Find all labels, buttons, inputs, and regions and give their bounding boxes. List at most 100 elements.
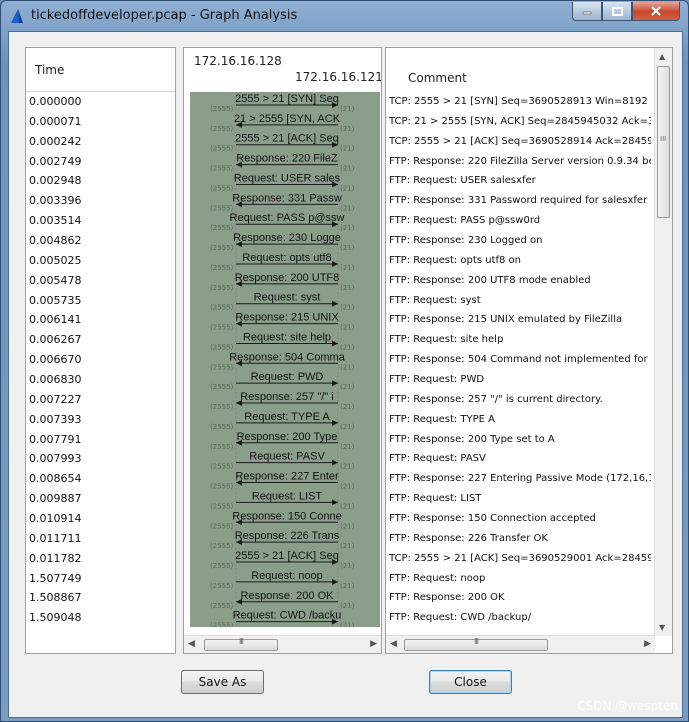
comment-row[interactable]: TCP: 2555 > 21 [SYN] Seq=3690528913 Win=… (386, 92, 651, 112)
graph-scroll-thumb[interactable]: III (204, 637, 278, 651)
time-row[interactable]: 0.002948 (26, 171, 175, 191)
time-row[interactable]: 0.011782 (26, 549, 175, 569)
time-row[interactable]: 0.006141 (26, 310, 175, 330)
comment-row[interactable]: FTP: Request: CWD /backup/ (386, 608, 651, 628)
comment-row[interactable]: FTP: Request: USER salesxfer (386, 171, 651, 191)
thumb-grip: III (238, 637, 244, 646)
time-row[interactable]: 0.005735 (26, 291, 175, 311)
flow-label: Response: 200 OK (241, 590, 335, 602)
arrow-head (332, 578, 338, 585)
comment-row[interactable]: FTP: Response: 200 OK (386, 588, 651, 608)
scroll-down-icon[interactable]: ▼ (659, 623, 665, 632)
scroll-right-icon[interactable]: ▶ (370, 639, 377, 649)
comment-hscroll-thumb[interactable]: III (404, 637, 548, 651)
comment-row[interactable]: FTP: Request: TYPE A (386, 410, 651, 430)
comment-row[interactable]: FTP: Request: LIST (386, 489, 651, 509)
time-row[interactable]: 0.006670 (26, 350, 175, 370)
client-port-label: (2555) (210, 622, 234, 627)
server-port-label: (21) (340, 502, 355, 510)
time-row[interactable]: 0.003396 (26, 191, 175, 211)
time-row[interactable]: 0.007393 (26, 410, 175, 430)
server-port-label: (21) (340, 304, 355, 312)
flow-label: Response: 150 Conne (232, 510, 341, 522)
time-row[interactable]: 0.011711 (26, 529, 175, 549)
flow-label: Request: PWD (251, 371, 324, 383)
server-port-label: (21) (340, 383, 355, 391)
comment-vertical-scrollbar[interactable]: ▲ III ▼ (654, 48, 672, 636)
save-as-label: Save As (198, 675, 247, 689)
watermark: CSDN @wespten (577, 699, 678, 713)
close-icon (651, 6, 661, 16)
time-row[interactable]: 1.509048 (26, 608, 175, 628)
maximize-button[interactable] (602, 2, 632, 21)
flow-graph-area[interactable]: 2555 > 21 [SYN] Seq (2555) (21) 21 > 2555 [… (190, 92, 380, 627)
time-row[interactable]: 0.010914 (26, 509, 175, 529)
comment-row[interactable]: FTP: Response: 215 UNIX emulated by File… (386, 310, 651, 330)
arrow-head (332, 260, 338, 267)
close-button[interactable]: Close (429, 670, 512, 694)
graph-panel: 172.16.16.128 172.16.16.121 2555 > 21 [S… (183, 47, 382, 654)
comment-row[interactable]: FTP: Request: site help (386, 330, 651, 350)
scroll-up-icon[interactable]: ▲ (659, 52, 665, 61)
time-row[interactable]: 0.008654 (26, 469, 175, 489)
title-bar[interactable]: tickedoffdeveloper.pcap - Graph Analysis (1, 1, 688, 31)
comment-row[interactable]: TCP: 2555 > 21 [ACK] Seq=3690528914 Ack=… (386, 132, 651, 152)
time-column-header[interactable]: Time (26, 48, 175, 92)
time-row[interactable]: 1.507749 (26, 569, 175, 589)
comment-row[interactable]: FTP: Response: 200 UTF8 mode enabled (386, 271, 651, 291)
comment-row[interactable]: FTP: Response: 257 "/" is current direct… (386, 390, 651, 410)
time-row[interactable]: 0.009887 (26, 489, 175, 509)
comment-row[interactable]: FTP: Request: PASS p@ssw0rd (386, 211, 651, 231)
comment-row[interactable]: FTP: Request: PASV (386, 449, 651, 469)
comment-row[interactable]: FTP: Response: 331 Password required for… (386, 191, 651, 211)
time-row[interactable]: 0.005025 (26, 251, 175, 271)
scroll-left-icon[interactable]: ◀ (390, 639, 397, 649)
comment-row[interactable]: FTP: Response: 227 Entering Passive Mode… (386, 469, 651, 489)
comment-row[interactable]: FTP: Response: 504 Command not implement… (386, 350, 651, 370)
server-port-label: (21) (340, 602, 355, 610)
flow-label: Response: 215 UNIX (235, 312, 339, 324)
time-header-label: Time (35, 63, 65, 77)
time-row[interactable]: 0.006267 (26, 330, 175, 350)
comment-column-header[interactable]: Comment (386, 48, 672, 92)
graph-horizontal-scrollbar[interactable]: ◀ III ▶ (184, 635, 381, 653)
time-row[interactable]: 0.006830 (26, 370, 175, 390)
flow-label: 2555 > 21 [SYN] Seq (235, 93, 339, 105)
minimize-button[interactable] (572, 2, 602, 21)
comment-header-label: Comment (408, 71, 467, 85)
scroll-right-icon[interactable]: ▶ (644, 639, 651, 649)
flow-label: Request: USER sales (234, 172, 341, 184)
comment-row[interactable]: FTP: Request: PWD (386, 370, 651, 390)
client-port-label: (2555) (210, 542, 234, 550)
comment-row[interactable]: FTP: Request: syst (386, 291, 651, 311)
comment-row[interactable]: FTP: Response: 150 Connection accepted (386, 509, 651, 529)
comment-row[interactable]: TCP: 21 > 2555 [SYN, ACK] Seq=2845945032… (386, 112, 651, 132)
time-row[interactable]: 0.004862 (26, 231, 175, 251)
comment-row[interactable]: FTP: Response: 200 Type set to A (386, 430, 651, 450)
server-port-label: (21) (340, 363, 355, 371)
comment-row[interactable]: FTP: Request: opts utf8 on (386, 251, 651, 271)
time-row[interactable]: 0.000000 (26, 92, 175, 112)
time-row[interactable]: 0.000071 (26, 112, 175, 132)
comment-row[interactable]: TCP: 2555 > 21 [ACK] Seq=3690529001 Ack=… (386, 549, 651, 569)
comment-row[interactable]: FTP: Response: 226 Transfer OK (386, 529, 651, 549)
client-port-label: (2555) (210, 582, 234, 590)
time-row[interactable]: 0.007791 (26, 430, 175, 450)
comment-row[interactable]: FTP: Request: noop (386, 569, 651, 589)
time-row[interactable]: 0.007227 (26, 390, 175, 410)
time-row[interactable]: 0.000242 (26, 132, 175, 152)
close-window-button[interactable] (632, 2, 680, 21)
save-as-button[interactable]: Save As (181, 670, 264, 694)
comment-horizontal-scrollbar[interactable]: ◀ III ▶ (386, 635, 655, 653)
shark-fin-icon (11, 9, 23, 23)
time-row[interactable]: 0.003514 (26, 211, 175, 231)
comment-row[interactable]: FTP: Response: 230 Logged on (386, 231, 651, 251)
time-row[interactable]: 0.002749 (26, 152, 175, 172)
comment-row[interactable]: FTP: Response: 220 FileZilla Server vers… (386, 152, 651, 172)
scroll-left-icon[interactable]: ◀ (188, 639, 195, 649)
time-row[interactable]: 0.005478 (26, 271, 175, 291)
time-row[interactable]: 1.508867 (26, 588, 175, 608)
comment-scroll-thumb[interactable]: III (657, 66, 670, 218)
time-row[interactable]: 0.007993 (26, 449, 175, 469)
window-title: tickedoffdeveloper.pcap - Graph Analysis (31, 8, 298, 23)
